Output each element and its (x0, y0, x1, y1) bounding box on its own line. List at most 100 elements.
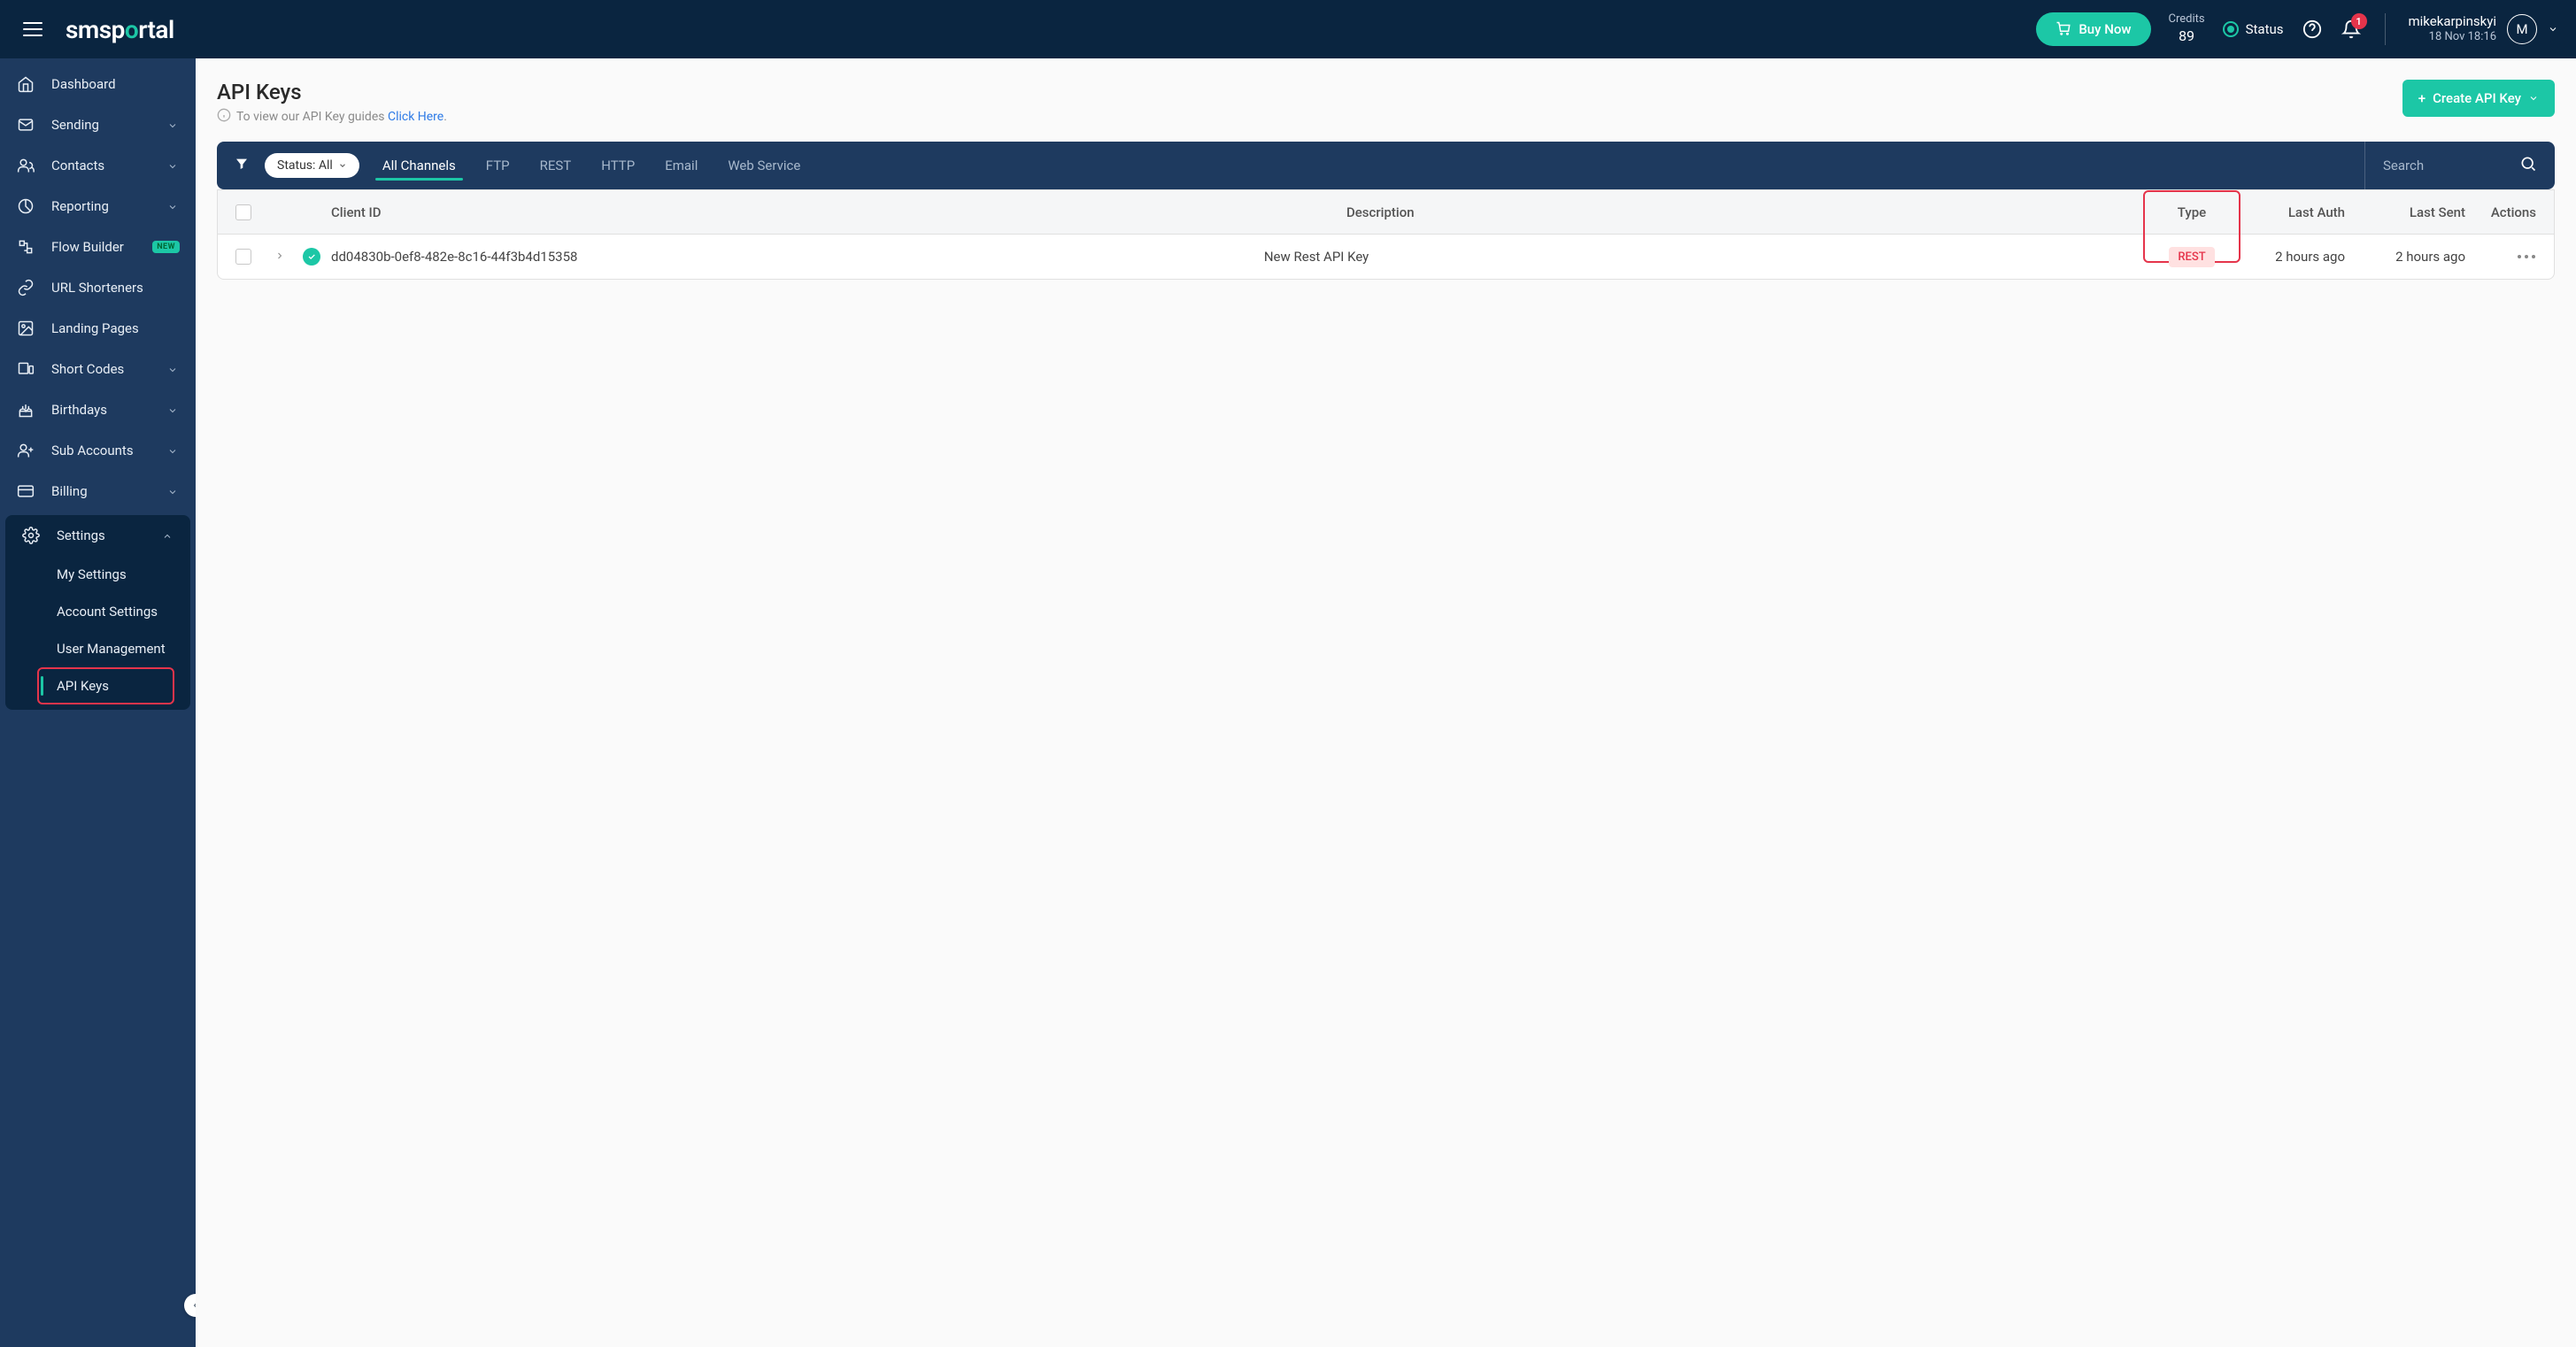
notifications-button[interactable]: 1 (2341, 19, 2362, 40)
page-title: API Keys (217, 80, 447, 104)
tab-ftp[interactable]: FTP (479, 143, 517, 188)
sidebar-group-settings: Settings My Settings Account Settings Us… (5, 515, 190, 710)
chevron-down-icon (2528, 93, 2539, 104)
plus-icon: + (2418, 90, 2426, 106)
more-icon (2517, 254, 2536, 259)
sidebar-item-settings[interactable]: Settings (5, 515, 190, 556)
gear-icon (21, 526, 41, 545)
user-plus-icon (16, 441, 35, 460)
type-badge: REST (2169, 247, 2214, 267)
help-button[interactable] (2302, 19, 2323, 40)
sidebar-subitem-label: User Management (57, 641, 166, 657)
tab-email[interactable]: Email (658, 143, 705, 188)
sidebar-subitem-label: Account Settings (57, 604, 158, 620)
filter-icon[interactable] (235, 157, 249, 174)
column-header-last-auth[interactable]: Last Auth (2233, 204, 2345, 220)
credits-label: Credits (2169, 12, 2205, 27)
sidebar-item-sending[interactable]: Sending (0, 104, 196, 145)
row-actions-button[interactable] (2465, 254, 2536, 259)
search-input[interactable] (2383, 158, 2507, 173)
logo-text: smsp (66, 15, 125, 44)
sidebar-item-sub-accounts[interactable]: Sub Accounts (0, 430, 196, 471)
sidebar-item-label: Dashboard (51, 76, 180, 92)
buy-now-button[interactable]: Buy Now (2036, 12, 2150, 46)
create-api-key-button[interactable]: + Create API Key (2402, 80, 2555, 117)
expand-row-button[interactable] (274, 249, 303, 265)
buy-now-label: Buy Now (2079, 21, 2131, 37)
sidebar-subitem-api-keys[interactable]: API Keys (37, 667, 174, 704)
help-icon (2302, 19, 2322, 39)
status-active-icon (303, 248, 320, 266)
tab-http[interactable]: HTTP (594, 143, 642, 188)
sidebar-item-birthdays[interactable]: Birthdays (0, 389, 196, 430)
home-icon (16, 74, 35, 94)
chevron-down-icon (167, 404, 180, 416)
sidebar-subitem-my-settings[interactable]: My Settings (5, 556, 190, 593)
pie-chart-icon (16, 196, 35, 216)
sidebar-item-label: Settings (57, 527, 146, 543)
guides-link[interactable]: Click Here (388, 110, 443, 124)
credits-value: 89 (2179, 27, 2194, 46)
status-filter-dropdown[interactable]: Status: All (265, 153, 359, 178)
sidebar-item-short-codes[interactable]: Short Codes (0, 349, 196, 389)
sidebar-subitem-label: API Keys (57, 678, 109, 694)
sidebar-subitem-user-management[interactable]: User Management (5, 630, 190, 667)
sidebar-item-label: Flow Builder (51, 239, 136, 255)
user-menu[interactable]: mikekarpinskyi 18 Nov 18:16 M (2409, 13, 2559, 45)
credits-display: Credits 89 (2169, 12, 2205, 46)
chevron-down-icon (338, 161, 347, 170)
cart-icon (2055, 21, 2071, 37)
user-name: mikekarpinskyi (2409, 13, 2497, 31)
sidebar-item-label: Short Codes (51, 361, 151, 377)
sidebar-item-contacts[interactable]: Contacts (0, 145, 196, 186)
sidebar: Dashboard Sending Contacts Reporting Flo… (0, 58, 196, 1347)
credit-card-icon (16, 481, 35, 501)
tab-web-service[interactable]: Web Service (721, 143, 807, 188)
chevron-down-icon (167, 200, 180, 212)
sidebar-item-reporting[interactable]: Reporting (0, 186, 196, 227)
cell-client-id: dd04830b-0ef8-482e-8c16-44f3b4d15358 (331, 249, 1264, 265)
sidebar-item-label: Billing (51, 483, 151, 499)
cell-last-sent: 2 hours ago (2354, 249, 2465, 265)
chevron-down-icon (2548, 24, 2558, 35)
info-icon (217, 108, 231, 126)
column-header-actions: Actions (2465, 204, 2536, 220)
chevron-down-icon (167, 159, 180, 172)
mail-icon (16, 115, 35, 135)
status-dot-icon (2223, 21, 2239, 37)
chevron-left-icon (190, 1300, 196, 1311)
new-badge: NEW (152, 241, 180, 253)
filter-bar: Status: All All Channels FTP REST HTTP E… (217, 142, 2555, 189)
status-indicator[interactable]: Status (2223, 21, 2284, 37)
sidebar-item-label: Reporting (51, 198, 151, 214)
column-header-last-sent[interactable]: Last Sent (2354, 204, 2465, 220)
search-icon[interactable] (2519, 155, 2537, 176)
page-subtitle-text: To view our API Key guides (236, 110, 388, 124)
sidebar-item-dashboard[interactable]: Dashboard (0, 64, 196, 104)
link-icon (16, 278, 35, 297)
tab-all-channels[interactable]: All Channels (375, 143, 463, 188)
chevron-down-icon (167, 119, 180, 131)
user-date: 18 Nov 18:16 (2409, 30, 2497, 45)
column-header-type[interactable]: Type (2150, 204, 2233, 220)
select-all-checkbox[interactable] (235, 204, 251, 220)
logo[interactable]: smsportal (66, 15, 174, 44)
table-header-row: Client ID Description Type Last Auth Las… (218, 190, 2554, 235)
sidebar-item-landing-pages[interactable]: Landing Pages (0, 308, 196, 349)
api-keys-table: Client ID Description Type Last Auth Las… (217, 189, 2555, 280)
row-checkbox[interactable] (235, 249, 251, 265)
sidebar-item-url-shorteners[interactable]: URL Shorteners (0, 267, 196, 308)
sidebar-collapse-button[interactable] (184, 1294, 196, 1317)
sidebar-item-flow-builder[interactable]: Flow Builder NEW (0, 227, 196, 267)
column-header-description[interactable]: Description (1346, 204, 2150, 220)
image-icon (16, 319, 35, 338)
chevron-down-icon (167, 444, 180, 457)
chevron-right-icon (274, 250, 285, 261)
tab-rest[interactable]: REST (533, 143, 579, 188)
cell-last-auth: 2 hours ago (2233, 249, 2345, 265)
sidebar-subitem-account-settings[interactable]: Account Settings (5, 593, 190, 630)
sidebar-item-billing[interactable]: Billing (0, 471, 196, 512)
hamburger-menu-icon[interactable] (18, 17, 48, 42)
sidebar-item-label: Contacts (51, 158, 151, 173)
column-header-client-id[interactable]: Client ID (274, 204, 1346, 220)
